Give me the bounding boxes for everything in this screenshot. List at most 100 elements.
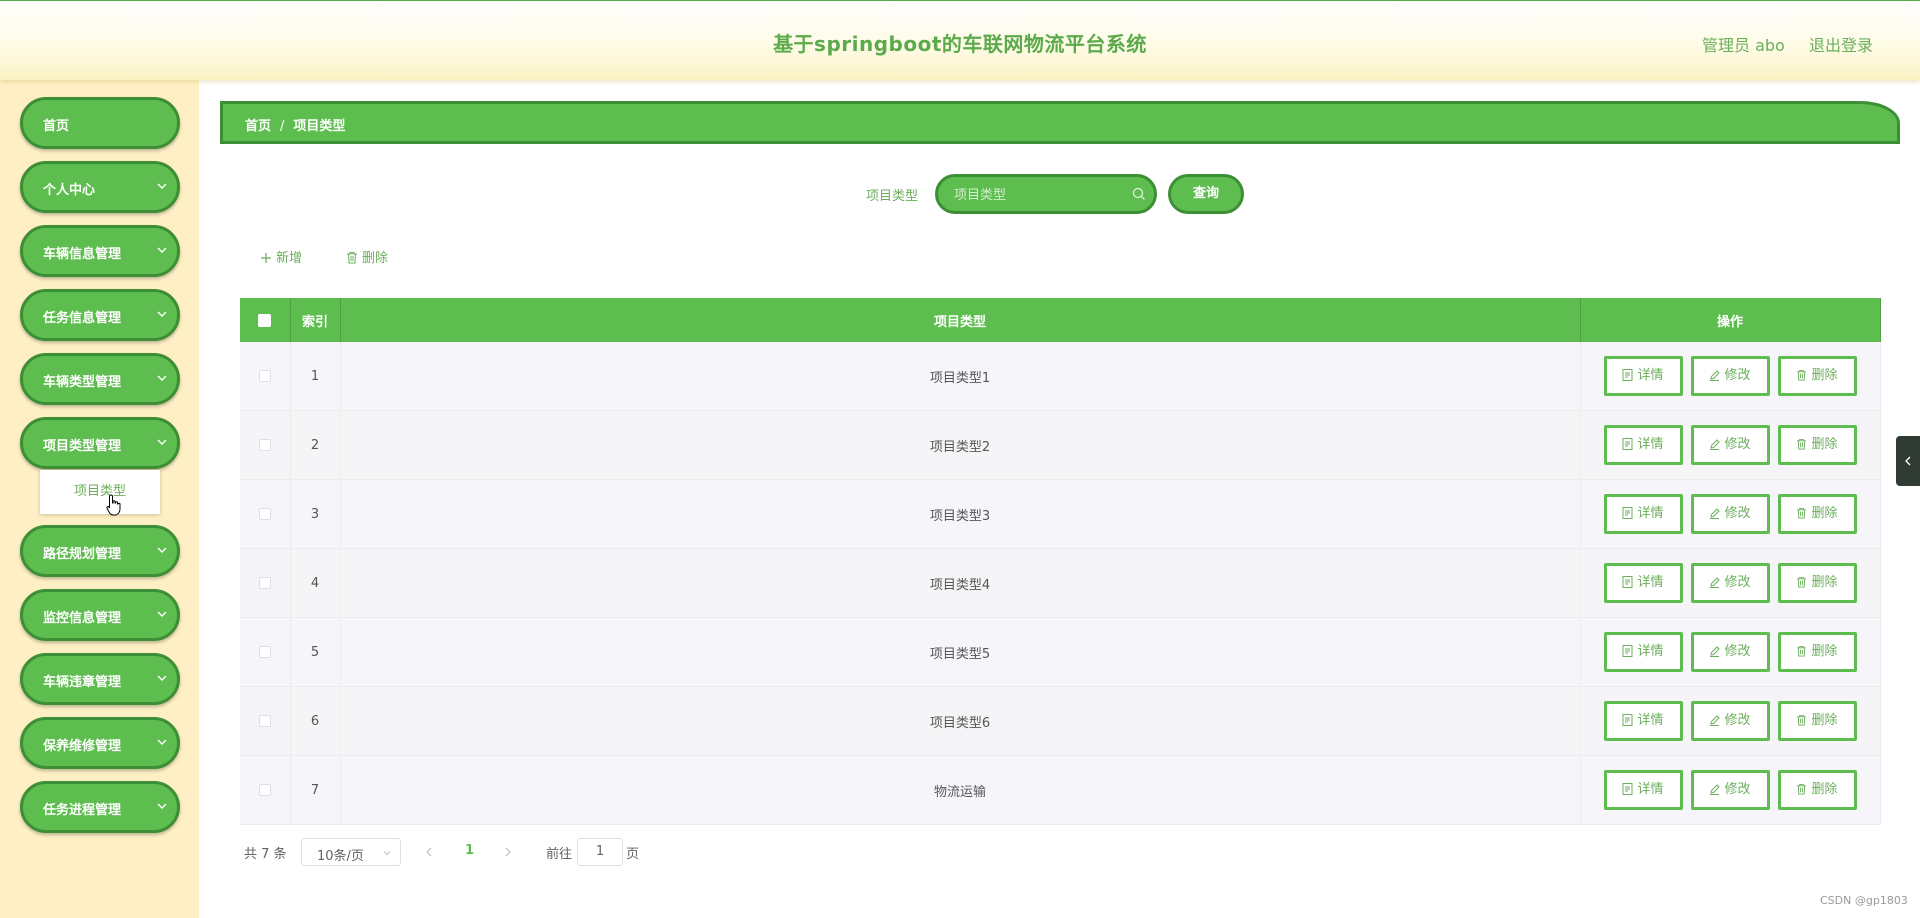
row-index: 3 [290,479,341,549]
top-header: 基于springboot的车联网物流平台系统 管理员 abo 退出登录 [0,0,1920,80]
document-icon [1622,369,1633,381]
row-checkbox[interactable] [258,508,271,520]
next-page-icon[interactable] [503,846,513,858]
chevron-down-icon [383,851,391,856]
delete-button-label: 删除 [1811,575,1838,590]
sidebar-item-task-info[interactable]: 任务信息管理 [20,289,180,341]
sidebar-item-label: 首页 [43,119,70,134]
row-select-cell [240,548,291,618]
row-actions: 详情 修改 删除 [1580,410,1881,480]
delete-button[interactable]: 删除 [1777,701,1857,741]
sidebar-item-maintenance[interactable]: 保养维修管理 [20,717,180,769]
row-select-cell [240,617,291,687]
hand-cursor-icon [106,494,121,516]
sidebar-item-task-progress[interactable]: 任务进程管理 [20,781,180,833]
table-row: 3 项目类型3 详情 修改 删除 [240,479,1881,549]
page-suffix: 页 [626,847,640,862]
edit-button[interactable]: 修改 [1690,356,1770,396]
trash-icon [1797,645,1807,657]
page-size-select[interactable]: 10条/页 [301,838,401,866]
edit-button-label: 修改 [1724,437,1751,452]
sidebar-item-monitoring[interactable]: 监控信息管理 [20,589,180,641]
batch-delete-button[interactable]: 删除 [346,247,388,266]
page-size-value: 10条/页 [317,849,364,864]
delete-button-label: 删除 [1811,437,1838,452]
chevron-down-icon [157,675,167,681]
breadcrumb-home[interactable]: 首页 [245,119,271,134]
detail-button-label: 详情 [1637,575,1664,590]
sidebar-item-label: 车辆信息管理 [43,247,122,262]
detail-button[interactable]: 详情 [1603,494,1683,534]
table-row: 2 项目类型2 详情 修改 删除 [240,410,1881,480]
delete-button[interactable]: 删除 [1777,494,1857,534]
add-button-label: 新增 [276,251,303,266]
row-actions: 详情 修改 删除 [1580,617,1881,687]
document-icon [1622,714,1633,726]
edit-button[interactable]: 修改 [1690,563,1770,603]
row-checkbox[interactable] [258,715,271,727]
breadcrumb-current: 项目类型 [293,119,346,134]
detail-button[interactable]: 详情 [1603,701,1683,741]
add-button[interactable]: 新增 [260,247,302,266]
document-icon [1622,576,1633,588]
row-checkbox[interactable] [258,784,271,796]
edit-button[interactable]: 修改 [1690,494,1770,534]
edit-button[interactable]: 修改 [1690,770,1770,810]
detail-button[interactable]: 详情 [1603,356,1683,396]
sidebar-item-vehicle-type[interactable]: 车辆类型管理 [20,353,180,405]
delete-button-label: 删除 [1811,782,1838,797]
sidebar-item-project-type[interactable]: 项目类型管理 [20,417,180,469]
edit-button[interactable]: 修改 [1690,425,1770,465]
sidebar-item-label: 车辆类型管理 [43,375,122,390]
breadcrumb-separator: / [280,119,285,134]
row-actions: 详情 修改 删除 [1580,548,1881,618]
goto-page-input[interactable]: 1 [577,838,623,866]
detail-button[interactable]: 详情 [1603,563,1683,603]
trash-icon [1797,438,1807,450]
search-button[interactable]: 查询 [1168,174,1244,214]
detail-button[interactable]: 详情 [1603,770,1683,810]
delete-button[interactable]: 删除 [1777,632,1857,672]
edit-icon [1710,577,1721,588]
table-row: 5 项目类型5 详情 修改 删除 [240,617,1881,687]
row-checkbox[interactable] [258,577,271,589]
edit-button-label: 修改 [1724,368,1751,383]
logout-link[interactable]: 退出登录 [1809,32,1873,56]
detail-button[interactable]: 详情 [1603,632,1683,672]
document-icon [1622,645,1633,657]
delete-button[interactable]: 删除 [1777,770,1857,810]
sidebar-item-vehicle-info[interactable]: 车辆信息管理 [20,225,180,277]
column-header-actions: 操作 [1580,298,1881,342]
delete-button[interactable]: 删除 [1777,563,1857,603]
sidebar-item-home[interactable]: 首页 [20,97,180,149]
sidebar-item-violations[interactable]: 车辆违章管理 [20,653,180,705]
edit-button[interactable]: 修改 [1690,632,1770,672]
prev-page-icon[interactable] [424,846,434,858]
delete-button[interactable]: 删除 [1777,425,1857,465]
row-checkbox[interactable] [258,646,271,658]
column-header-index: 索引 [290,298,341,342]
submenu-item-project-type[interactable]: 项目类型 [40,470,160,514]
side-collapse-tab[interactable] [1896,436,1920,486]
row-index: 1 [290,342,341,411]
detail-button-label: 详情 [1637,782,1664,797]
sidebar-item-personal-center[interactable]: 个人中心 [20,161,180,213]
edit-icon [1710,439,1721,450]
select-all-checkbox[interactable] [258,313,272,327]
row-checkbox[interactable] [258,370,271,382]
delete-button-label: 删除 [1811,644,1838,659]
current-user: 管理员 abo [1702,36,1785,55]
row-select-cell [240,410,291,480]
sidebar-item-route-planning[interactable]: 路径规划管理 [20,525,180,577]
chevron-down-icon [157,311,167,317]
search-input[interactable] [952,185,1126,205]
page-number-current[interactable]: 1 [465,843,474,858]
app-title: 基于springboot的车联网物流平台系统 [773,32,1147,56]
delete-button[interactable]: 删除 [1777,356,1857,396]
chevron-down-icon [157,739,167,745]
row-project-type: 项目类型6 [340,686,1581,756]
detail-button[interactable]: 详情 [1603,425,1683,465]
sidebar-item-label: 路径规划管理 [43,547,122,562]
edit-button[interactable]: 修改 [1690,701,1770,741]
row-checkbox[interactable] [258,439,271,451]
